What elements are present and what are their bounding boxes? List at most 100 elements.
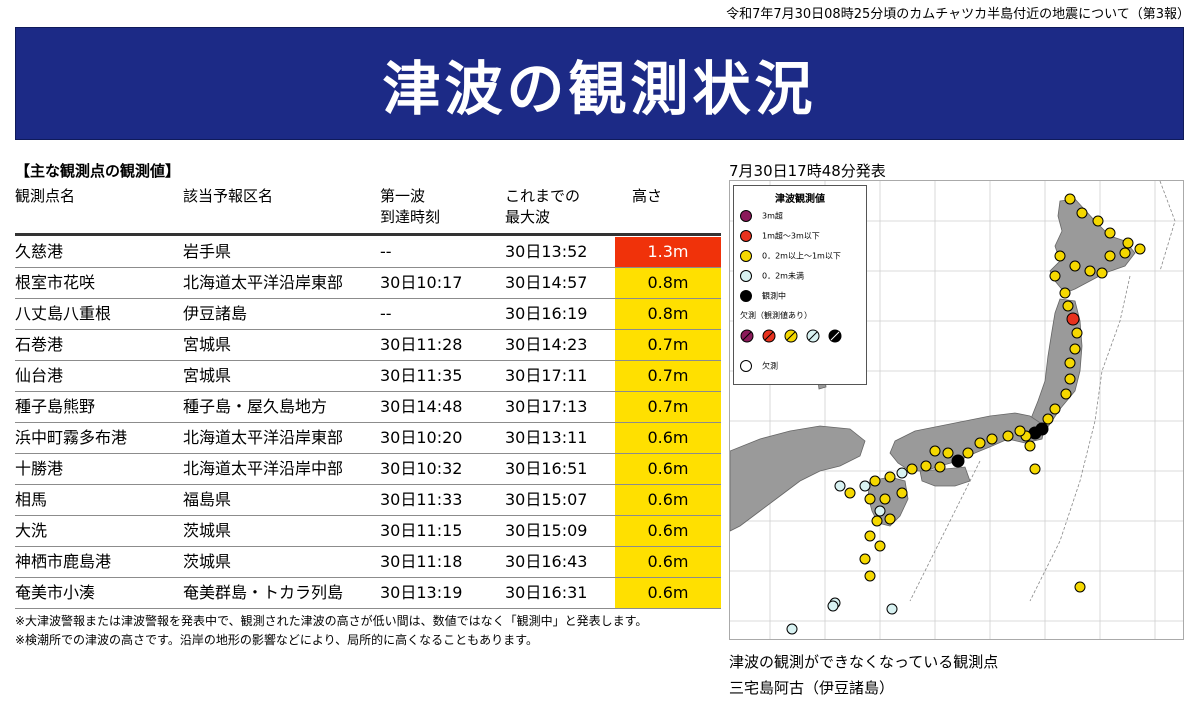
legend-dot-icon — [740, 210, 752, 222]
wave-height: 0.6m — [615, 578, 721, 608]
max-wave-time: 30日15:07 — [505, 490, 588, 509]
legend-item-02-1m: 0．2m以上～1m以下 — [740, 250, 841, 262]
table-row: 種子島熊野 種子島・屋久島地方 30日14:48 30日17:13 0.7m — [15, 392, 721, 423]
table-row: 浜中町霧多布港 北海道太平洋沿岸東部 30日10:20 30日13:11 0.6m — [15, 423, 721, 454]
legend-item-under-02: 0．2m未満 — [740, 270, 804, 282]
wave-height: 0.6m — [615, 485, 721, 515]
station-name: 神栖市鹿島港 — [15, 552, 112, 571]
col-header-station: 観測点名 — [15, 187, 76, 205]
wave-height: 0.7m — [615, 392, 721, 422]
max-wave-time: 30日14:23 — [505, 335, 588, 354]
report-header-note: 令和7年7月30日08時25分頃のカムチャツカ半島付近の地震について（第3報） — [726, 7, 1190, 22]
table-row: 仙台港 宮城県 30日11:35 30日17:11 0.7m — [15, 361, 721, 392]
max-wave-time: 30日17:13 — [505, 397, 588, 416]
col-header-area: 該当予報区名 — [183, 187, 274, 205]
table-row: 久慈港 岩手県 -- 30日13:52 1.3m — [15, 237, 721, 268]
first-wave-time: 30日11:35 — [380, 366, 463, 385]
table-row: 八丈島八重根 伊豆諸島 -- 30日16:19 0.8m — [15, 299, 721, 330]
legend-item-3m-over: 3m超 — [740, 210, 783, 222]
footnote-2: ※検潮所での津波の高さです。沿岸の地形の影響などにより、局所的に高くなることもあ… — [15, 633, 538, 647]
forecast-area: 奄美群島・トカラ列島 — [183, 583, 344, 602]
forecast-area: 岩手県 — [183, 242, 232, 261]
first-wave-time: 30日10:32 — [380, 459, 463, 478]
forecast-area: 北海道太平洋沿岸東部 — [183, 273, 344, 292]
wave-height: 0.7m — [615, 330, 721, 360]
station-name: 久慈港 — [15, 242, 64, 261]
station-name: 種子島熊野 — [15, 397, 96, 416]
station-name: 浜中町霧多布港 — [15, 428, 128, 447]
legend-missing-icons — [740, 329, 842, 343]
legend-dot-icon — [740, 250, 752, 262]
legend-title: 津波観測値 — [775, 194, 825, 205]
max-wave-time: 30日13:52 — [505, 242, 588, 261]
forecast-area: 宮城県 — [183, 335, 232, 354]
forecast-area: 伊豆諸島 — [183, 304, 248, 323]
station-name: 石巻港 — [15, 335, 64, 354]
legend-missing-with-value-label: 欠測（観測値あり） — [740, 311, 812, 320]
forecast-area: 北海道太平洋沿岸東部 — [183, 428, 344, 447]
map-caption-line-1: 津波の観測ができなくなっている観測点 — [729, 653, 999, 671]
max-wave-time: 30日16:51 — [505, 459, 588, 478]
forecast-area: 福島県 — [183, 490, 232, 509]
first-wave-time: 30日13:19 — [380, 583, 463, 602]
legend-dot-icon — [740, 270, 752, 282]
station-name: 奄美市小湊 — [15, 583, 96, 602]
max-wave-time: 30日14:57 — [505, 273, 588, 292]
footnote-1: ※大津波警報または津波警報を発表中で、観測された津波の高さが低い間は、数値ではな… — [15, 614, 648, 628]
legend-item-observing: 観測中 — [740, 290, 786, 302]
first-wave-time: 30日10:17 — [380, 273, 463, 292]
first-wave-time: -- — [380, 242, 392, 261]
first-wave-time: -- — [380, 304, 392, 323]
max-wave-time: 30日16:31 — [505, 583, 588, 602]
table-row: 相馬 福島県 30日11:33 30日15:07 0.6m — [15, 485, 721, 516]
max-wave-time: 30日16:19 — [505, 304, 588, 323]
first-wave-time: 30日10:20 — [380, 428, 463, 447]
section-label: 【主な観測点の観測値】 — [15, 162, 181, 180]
table-row: 奄美市小湊 奄美群島・トカラ列島 30日13:19 30日16:31 0.6m — [15, 578, 721, 609]
legend-dot-icon — [740, 230, 752, 242]
forecast-area: 茨城県 — [183, 552, 232, 571]
station-name: 仙台港 — [15, 366, 64, 385]
wave-height: 0.6m — [615, 547, 721, 577]
station-name: 十勝港 — [15, 459, 64, 478]
first-wave-time: 30日11:33 — [380, 490, 463, 509]
map-issued-time: 7月30日17時48分発表 — [729, 162, 886, 180]
col-header-height: 高さ — [632, 187, 663, 205]
forecast-area: 宮城県 — [183, 366, 232, 385]
max-wave-time: 30日15:09 — [505, 521, 588, 540]
wave-height: 0.8m — [615, 268, 721, 298]
station-name: 根室市花咲 — [15, 273, 96, 292]
forecast-area: 種子島・屋久島地方 — [183, 397, 328, 416]
first-wave-time: 30日11:28 — [380, 335, 463, 354]
first-wave-time: 30日11:15 — [380, 521, 463, 540]
max-wave-time: 30日17:11 — [505, 366, 588, 385]
wave-height: 0.8m — [615, 299, 721, 329]
first-wave-time: 30日14:48 — [380, 397, 463, 416]
station-name: 大洗 — [15, 521, 48, 540]
max-wave-time: 30日16:43 — [505, 552, 588, 571]
legend-item-1m-3m: 1m超～3m以下 — [740, 230, 820, 242]
first-wave-time: 30日11:18 — [380, 552, 463, 571]
table-row: 十勝港 北海道太平洋沿岸中部 30日10:32 30日16:51 0.6m — [15, 454, 721, 485]
forecast-area: 北海道太平洋沿岸中部 — [183, 459, 344, 478]
table-row: 根室市花咲 北海道太平洋沿岸東部 30日10:17 30日14:57 0.8m — [15, 268, 721, 299]
page-title: 津波の観測状況 — [382, 54, 817, 123]
station-name: 八丈島八重根 — [15, 304, 112, 323]
wave-height: 0.6m — [615, 516, 721, 546]
table-header-divider — [15, 233, 721, 236]
wave-height: 0.6m — [615, 454, 721, 484]
legend-missing-item: 欠測 — [740, 360, 778, 372]
map-caption-line-2: 三宅島阿古（伊豆諸島） — [729, 679, 895, 697]
wave-height: 0.6m — [615, 423, 721, 453]
max-wave-time: 30日13:11 — [505, 428, 588, 447]
station-name: 相馬 — [15, 490, 48, 509]
col-header-first-wave: 第一波 到達時刻 — [380, 187, 441, 226]
table-row: 神栖市鹿島港 茨城県 30日11:18 30日16:43 0.6m — [15, 547, 721, 578]
title-banner: 津波の観測状況 — [15, 27, 1184, 140]
missing-icon — [740, 360, 752, 372]
forecast-area: 茨城県 — [183, 521, 232, 540]
col-header-max-wave: これまでの 最大波 — [505, 187, 581, 226]
legend-dot-icon — [740, 290, 752, 302]
table-row: 石巻港 宮城県 30日11:28 30日14:23 0.7m — [15, 330, 721, 361]
map-legend: 津波観測値 3m超 1m超～3m以下 0．2m以上～1m以下 0．2m未満 観測… — [733, 185, 867, 385]
